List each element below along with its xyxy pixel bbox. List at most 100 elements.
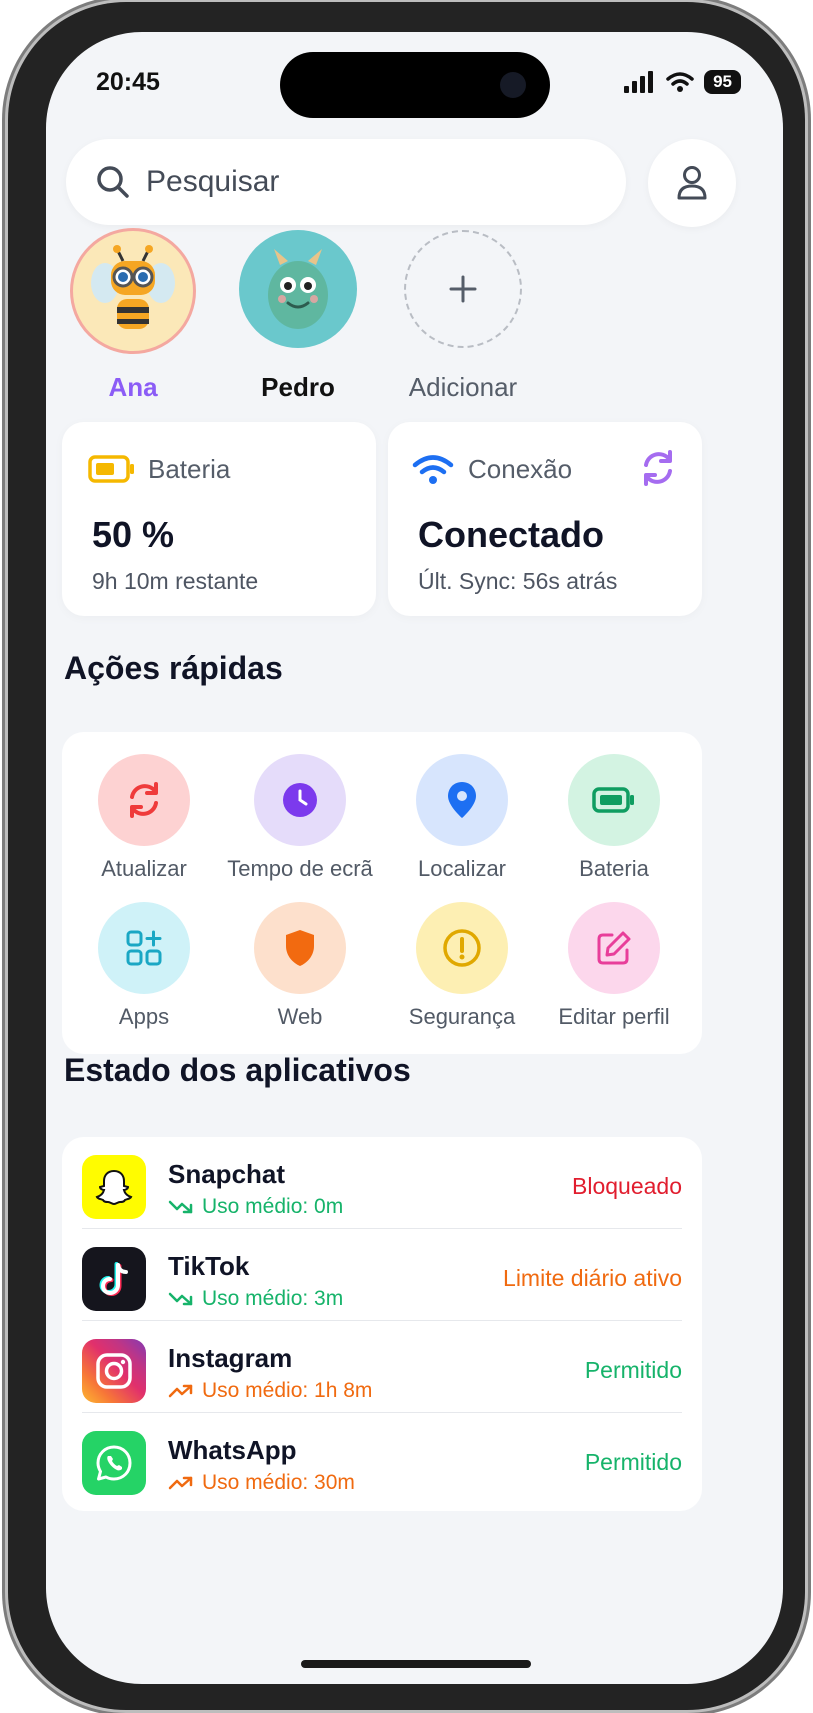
action-label: Segurança	[408, 1004, 516, 1029]
quick-actions-title: Ações rápidas	[64, 650, 283, 686]
signal-icon	[624, 71, 654, 93]
action-label: Atualizar	[101, 856, 187, 881]
tiktok-note-icon	[99, 1262, 128, 1297]
action-web[interactable]: Web	[220, 902, 380, 1030]
action-seguranca-circle	[416, 902, 508, 994]
refresh-icon	[130, 782, 158, 818]
battery-card-value: 50 %	[92, 514, 175, 555]
wifi-icon	[666, 72, 694, 92]
search-icon	[97, 166, 129, 198]
app-name: WhatsApp	[168, 1435, 297, 1465]
alert-icon	[443, 929, 481, 967]
dynamic-island	[280, 52, 550, 118]
battery-card-label: Bateria	[148, 454, 231, 484]
avatar-ana	[70, 228, 196, 354]
apps-grid-icon	[126, 930, 162, 966]
action-bateria-circle	[568, 754, 660, 846]
connection-card-label: Conexão	[468, 454, 573, 484]
battery-card-icon	[88, 455, 134, 483]
app-status: Permitido	[584, 1449, 682, 1475]
wifi-card-icon	[412, 455, 454, 484]
app-usage-text: Uso médio: 0m	[202, 1195, 344, 1218]
action-label: Web	[277, 1004, 323, 1029]
app-usage: Uso médio: 1h 8m	[168, 1379, 372, 1403]
apps-state-card: Snapchat Uso médio: 0m Bloqueado TikTok …	[62, 1137, 702, 1511]
action-localizar[interactable]: Localizar	[382, 754, 542, 882]
battery-badge: 95	[704, 70, 741, 94]
battery-card-sub: 9h 10m restante	[92, 568, 259, 594]
location-pin-icon	[448, 782, 476, 818]
action-web-circle	[254, 902, 346, 994]
action-seguranca[interactable]: Segurança	[382, 902, 542, 1030]
app-status: Limite diário ativo	[503, 1265, 682, 1291]
child-name-ana: Ana	[108, 372, 158, 402]
search-input[interactable]	[146, 165, 566, 199]
monster-avatar-icon	[268, 249, 328, 329]
trend-up-icon	[168, 1384, 193, 1398]
battery-icon	[592, 787, 634, 813]
app-row-snapchat[interactable]: Snapchat Uso médio: 0m Bloqueado	[62, 1137, 702, 1229]
child-ana[interactable]: Ana	[58, 228, 208, 403]
user-icon	[677, 166, 707, 200]
app-name: Snapchat	[168, 1159, 286, 1189]
action-localizar-circle	[416, 754, 508, 846]
plus-icon	[449, 275, 477, 303]
app-name: Instagram	[168, 1343, 293, 1373]
action-label: Localizar	[417, 856, 507, 881]
battery-card[interactable]: Bateria 50 % 9h 10m restante	[62, 422, 376, 616]
action-atualizar[interactable]: Atualizar	[64, 754, 224, 882]
action-editar-circle	[568, 902, 660, 994]
instagram-icon	[82, 1339, 146, 1403]
action-apps-circle	[98, 902, 190, 994]
app-row-whatsapp[interactable]: WhatsApp Uso médio: 30m Permitido	[62, 1413, 702, 1505]
instagram-camera-icon	[96, 1353, 132, 1389]
whatsapp-icon	[82, 1431, 146, 1495]
sync-icon[interactable]	[638, 448, 678, 488]
home-indicator[interactable]	[301, 1660, 531, 1668]
action-label: Apps	[118, 1004, 170, 1029]
app-usage-text: Uso médio: 30m	[202, 1471, 355, 1494]
app-name: TikTok	[168, 1251, 250, 1281]
avatar-pedro	[239, 230, 357, 348]
action-tempo-circle	[254, 754, 346, 846]
connection-card-sub: Últ. Sync: 56s atrás	[418, 568, 618, 594]
camera-icon	[500, 72, 526, 98]
status-time: 20:45	[96, 68, 160, 96]
trend-down-icon	[168, 1292, 193, 1306]
connection-card-value: Conectado	[418, 514, 605, 555]
screen: 20:45 95 Pesquisar Ana Pedro Adicionar B…	[46, 32, 783, 1684]
profile-button[interactable]	[648, 139, 736, 227]
robot-bee-avatar-icon	[91, 245, 175, 329]
action-editar-perfil[interactable]: Editar perfil	[534, 902, 694, 1030]
action-tempo-de-ecra[interactable]: Tempo de ecrã	[220, 754, 380, 882]
action-bateria[interactable]: Bateria	[534, 754, 694, 882]
edit-icon	[597, 931, 631, 965]
snapchat-icon	[82, 1155, 146, 1219]
whatsapp-phone-icon	[96, 1445, 132, 1481]
app-usage-text: Uso médio: 3m	[202, 1287, 344, 1310]
action-label: Tempo de ecrã	[227, 856, 373, 881]
clock-icon	[283, 783, 317, 817]
app-usage: Uso médio: 3m	[168, 1287, 343, 1311]
snapchat-ghost-icon	[95, 1169, 133, 1206]
connection-card[interactable]: Conexão Conectado Últ. Sync: 56s atrás	[388, 422, 702, 616]
phone-frame: 20:45 95 Pesquisar Ana Pedro Adicionar B…	[8, 2, 805, 1710]
trend-down-icon	[168, 1200, 193, 1214]
action-label: Bateria	[579, 856, 649, 881]
app-row-instagram[interactable]: Instagram Uso médio: 1h 8m Permitido	[62, 1321, 702, 1413]
child-pedro[interactable]: Pedro	[223, 230, 373, 403]
add-child-button[interactable]: Adicionar	[388, 230, 538, 403]
app-status: Permitido	[584, 1357, 682, 1383]
app-row-tiktok[interactable]: TikTok Uso médio: 3m Limite diário ativo	[62, 1229, 702, 1321]
app-usage: Uso médio: 0m	[168, 1195, 343, 1219]
action-atualizar-circle	[98, 754, 190, 846]
app-usage: Uso médio: 30m	[168, 1471, 355, 1495]
tiktok-icon	[82, 1247, 146, 1311]
action-apps[interactable]: Apps	[64, 902, 224, 1030]
quick-actions-card: Atualizar Tempo de ecrã Localizar Bateri…	[62, 732, 702, 1054]
child-name-pedro: Pedro	[261, 372, 335, 402]
app-status: Bloqueado	[572, 1173, 682, 1199]
app-usage-text: Uso médio: 1h 8m	[202, 1379, 373, 1402]
trend-up-icon	[168, 1476, 193, 1490]
search-bar[interactable]	[66, 139, 626, 225]
